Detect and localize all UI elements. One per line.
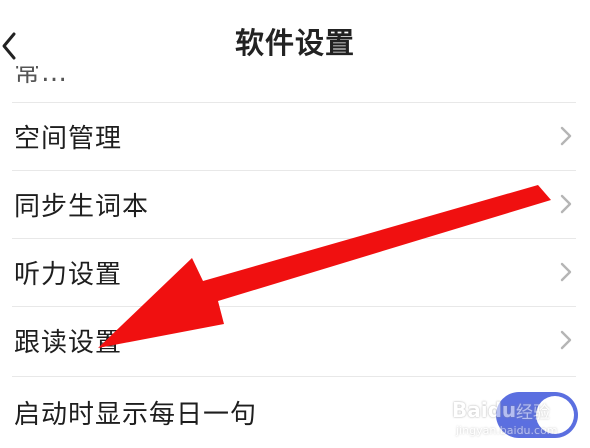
chevron-right-icon xyxy=(560,126,572,146)
divider xyxy=(12,238,576,239)
divider xyxy=(12,102,576,103)
settings-item-label: 跟读设置 xyxy=(14,328,123,358)
chevron-right-icon xyxy=(560,194,572,214)
divider xyxy=(12,376,576,377)
toggle-knob xyxy=(536,396,574,434)
divider xyxy=(12,306,576,307)
settings-item-label: 常… xyxy=(14,66,69,84)
divider xyxy=(12,170,576,171)
settings-item-label: 同步生词本 xyxy=(14,192,150,222)
chevron-right-icon xyxy=(560,262,572,282)
settings-item-sync-wordbook[interactable]: 同步生词本 xyxy=(0,170,590,238)
page-title: 软件设置 xyxy=(234,26,355,60)
settings-item-shadowing[interactable]: 跟读设置 xyxy=(0,306,590,374)
settings-item-space-management[interactable]: 空间管理 xyxy=(0,102,590,170)
settings-item-label: 听力设置 xyxy=(14,260,123,290)
settings-item-listening[interactable]: 听力设置 xyxy=(0,238,590,306)
settings-item-label: 空间管理 xyxy=(14,124,123,154)
settings-item-partial[interactable]: 常… xyxy=(14,66,144,84)
chevron-right-icon xyxy=(560,330,572,350)
settings-item-label: 启动时显示每日一句 xyxy=(14,400,258,430)
daily-sentence-toggle[interactable] xyxy=(496,392,578,438)
